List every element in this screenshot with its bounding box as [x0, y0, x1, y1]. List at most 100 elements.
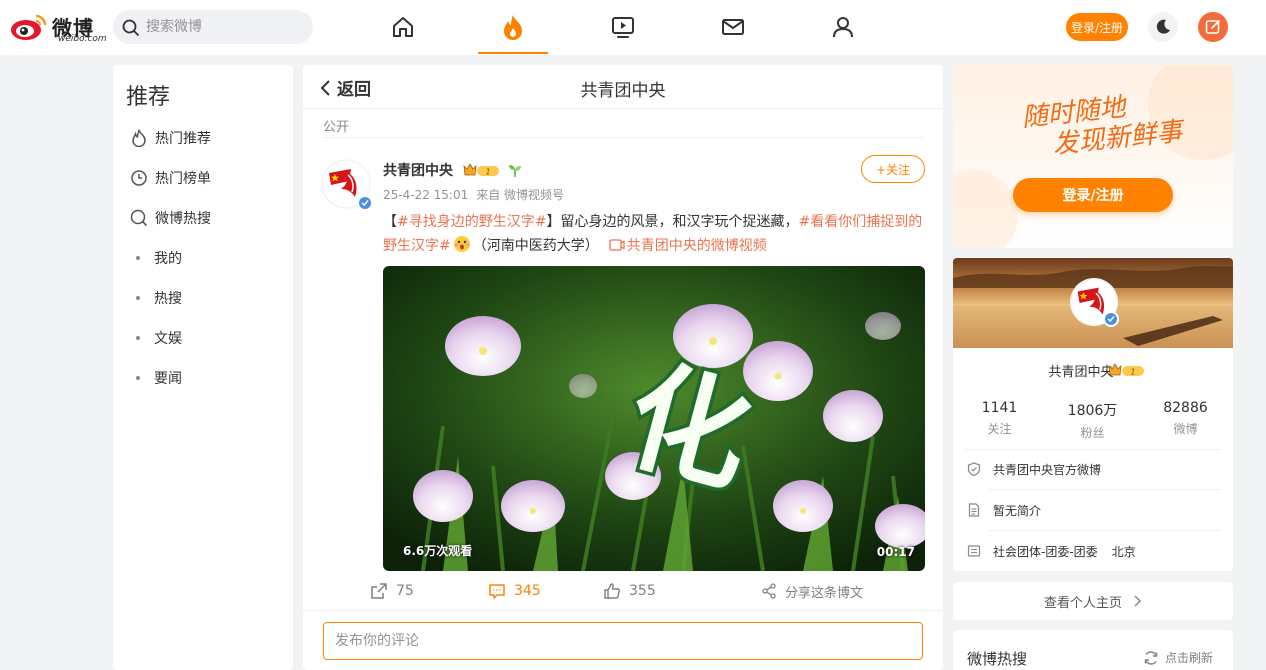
nav-home[interactable]: [388, 12, 418, 42]
profile-card: 共青团中央 1 1141 关注 1806万 粉丝 82886 微博 共青团中央官…: [953, 258, 1233, 571]
video-play-icon: [612, 17, 634, 38]
mail-icon: [722, 19, 744, 35]
weibo-logo[interactable]: 微博 weibo.com: [10, 10, 107, 46]
nav-profile[interactable]: [828, 12, 858, 42]
page-title: 共青团中央: [580, 81, 666, 101]
clock-icon: [129, 168, 149, 188]
nav-hot[interactable]: [498, 12, 528, 42]
post-meta: 25-4-22 15:01 来自 微博视频号: [383, 186, 564, 203]
sidebar-sub-label: 文娱: [154, 331, 182, 347]
sidebar-item-label: 微博热搜: [155, 211, 211, 227]
search-input[interactable]: [146, 10, 306, 44]
document-icon: [968, 503, 980, 517]
bullet-dot: [136, 376, 140, 380]
profile-avatar[interactable]: [1070, 278, 1119, 327]
login-promo-card: 随时随地 发现新鲜事 登录/注册: [953, 65, 1233, 248]
video-player[interactable]: 化 6.6万次观看 00:17: [383, 266, 925, 571]
flame-outline-icon: [129, 128, 149, 148]
divider: [989, 489, 1221, 490]
comment-icon: [489, 584, 505, 599]
hot-flame-icon: [504, 15, 522, 40]
user-icon: [833, 17, 853, 38]
author-avatar[interactable]: [321, 159, 373, 211]
stat-posts[interactable]: 82886 微博: [1139, 400, 1232, 437]
sidebar-sub-news[interactable]: 要闻: [136, 366, 182, 390]
profile-name[interactable]: 共青团中央: [1048, 365, 1113, 380]
login-register-button[interactable]: 登录/注册: [1066, 13, 1128, 41]
sidebar-item-hot-recommend[interactable]: 热门推荐: [129, 126, 211, 150]
nav-video[interactable]: [608, 12, 638, 42]
comment-input-box[interactable]: [323, 622, 923, 660]
post-source: 来自 微博视频号: [476, 188, 565, 202]
stat-followers[interactable]: 1806万 粉丝: [1046, 400, 1139, 441]
compose-button[interactable]: [1198, 12, 1228, 42]
bullet-dot: [136, 296, 140, 300]
profile-name-row: 共青团中央: [953, 361, 1233, 380]
post-detail-panel: 返回 共青团中央 公开 共青团中央 1 25-4-22 15:01 来自 微博视频…: [303, 65, 943, 670]
video-link-label: 共青团中央的微博视频: [626, 238, 767, 254]
author-name[interactable]: 共青团中央: [383, 160, 453, 180]
category-text: 社会团体-团委-团委: [993, 544, 1098, 559]
share-label: 分享这条博文: [785, 585, 864, 601]
sidebar-item-hot-search[interactable]: 微博热搜: [129, 206, 211, 230]
divider: [989, 530, 1221, 531]
share-button[interactable]: 分享这条博文: [761, 579, 863, 603]
top-navbar: 微博 weibo.com 搜索微博 登录/注册: [0, 0, 1266, 55]
stat-value: 1141: [981, 400, 1018, 416]
stat-label: 微博: [1173, 422, 1198, 436]
theme-toggle-button[interactable]: [1148, 12, 1178, 42]
profile-verified-row: 共青团中央官方微博: [967, 457, 1101, 481]
sidebar-item-hot-list[interactable]: 热门榜单: [129, 166, 211, 190]
repost-count: 75: [396, 583, 414, 599]
sidebar-title: 推荐: [126, 85, 171, 110]
sidebar-item-label: 热门榜单: [155, 171, 211, 187]
comment-button[interactable]: 345: [488, 579, 541, 603]
like-button[interactable]: 355: [603, 579, 656, 603]
text-segment: （河南中医药大学）: [472, 238, 599, 254]
video-link[interactable]: 共青团中央的微博视频: [609, 238, 767, 254]
vip-crown-badge-icon: 1: [463, 163, 499, 177]
follow-button[interactable]: +关注: [861, 155, 925, 183]
repost-button[interactable]: 75: [370, 579, 414, 603]
divider: [965, 449, 1221, 450]
sidebar-sub-hot[interactable]: 热搜: [136, 286, 182, 310]
nav-messages[interactable]: [718, 12, 748, 42]
stat-value: 1806万: [1067, 403, 1118, 419]
video-thumbnail-flowers: 化: [383, 266, 925, 571]
profile-bio-row: 暂无简介: [967, 498, 1041, 522]
stat-following[interactable]: 1141 关注: [953, 400, 1046, 437]
left-sidebar: 推荐 热门推荐 热门榜单 微博热搜 我的 热搜 文娱 要闻: [113, 65, 293, 670]
stat-value: 82886: [1163, 400, 1208, 416]
level-number: 1: [485, 168, 490, 177]
vip-crown-badge-icon: 1: [1108, 363, 1144, 377]
refresh-button[interactable]: 点击刷新: [1143, 649, 1213, 666]
surprised-emoji-icon: [453, 235, 471, 261]
repost-icon: [371, 583, 387, 599]
comment-input[interactable]: [324, 623, 922, 659]
stat-label: 粉丝: [1080, 426, 1105, 440]
post-date[interactable]: 25-4-22 15:01: [383, 188, 468, 202]
verified-badge-icon: [1103, 311, 1119, 327]
sprout-icon: [509, 165, 521, 177]
sidebar-sub-entertainment[interactable]: 文娱: [136, 326, 182, 350]
hot-search-title: 微博热搜: [967, 650, 1028, 668]
verified-text: 共青团中央官方微博: [993, 462, 1102, 477]
sidebar-sub-mine[interactable]: 我的: [136, 246, 182, 270]
search-icon: [122, 19, 139, 36]
promo-login-button[interactable]: 登录/注册: [1013, 178, 1173, 212]
moon-icon: [1156, 19, 1170, 34]
search-box[interactable]: [113, 10, 313, 44]
sidebar-sub-label: 要闻: [154, 371, 182, 387]
detail-header: 返回 共青团中央: [303, 65, 943, 109]
video-view-count: 6.6万次观看: [403, 544, 473, 558]
divider: [323, 137, 923, 138]
home-icon: [393, 17, 413, 37]
thumbs-up-icon: [604, 583, 620, 599]
sidebar-sub-label: 热搜: [154, 291, 182, 307]
verified-badge-icon: [357, 195, 373, 211]
chevron-right-icon: [1134, 595, 1142, 607]
share-icon: [762, 583, 776, 599]
view-homepage-link[interactable]: 查看个人主页: [953, 582, 1233, 620]
hashtag-link[interactable]: #寻找身边的野生汉字#: [397, 214, 546, 230]
level-number: 1: [1130, 368, 1135, 377]
